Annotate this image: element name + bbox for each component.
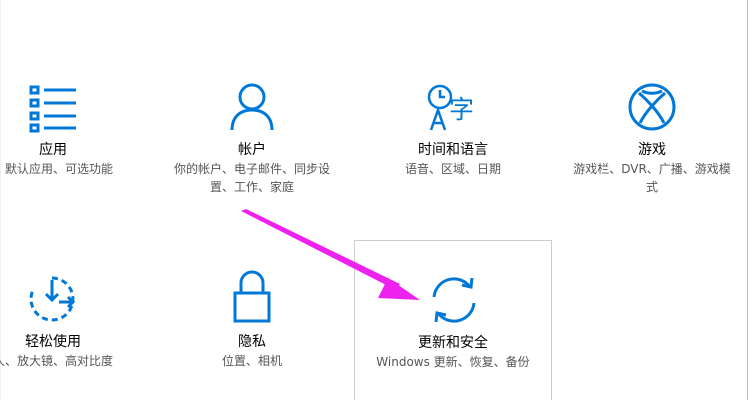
tile-title: 隐私 <box>238 334 266 350</box>
sync-icon <box>432 277 476 323</box>
tile-accounts[interactable]: 帐户 你的帐户、电子邮件、同步设置、工作、家庭 <box>172 70 332 220</box>
settings-home: 应用 、默认应用、可选功能 帐户 你的帐户、电子邮件、同步设置、工作、家庭 字 … <box>0 0 750 400</box>
tile-title: 游戏 <box>638 142 666 158</box>
tile-description: 位置、相机 <box>221 354 282 368</box>
tile-description: 你的帐户、电子邮件、同步设置、工作、家庭 <box>174 162 331 194</box>
tile-privacy[interactable]: 隐私 位置、相机 <box>172 260 332 400</box>
tile-description: 游戏栏、DVR、广播、游戏模式 <box>573 162 731 194</box>
tile-ease-of-access[interactable]: 轻松使用 人、放大镜、高对比度 <box>0 260 133 400</box>
tile-description: 语音、区域、日期 <box>404 162 501 176</box>
language-glyph: 字 <box>449 95 474 124</box>
tile-description: 、默认应用、可选功能 <box>0 162 113 176</box>
tile-title: 更新和安全 <box>418 335 488 351</box>
tile-apps[interactable]: 应用 、默认应用、可选功能 <box>0 70 133 220</box>
xbox-icon <box>628 83 676 131</box>
tile-description: 人、放大镜、高对比度 <box>0 354 113 368</box>
list-icon <box>29 85 76 133</box>
tile-description: Windows 更新、恢复、备份 <box>376 355 530 369</box>
tile-title: 轻松使用 <box>25 334 81 350</box>
window-right-edge <box>747 0 748 400</box>
tile-title: 应用 <box>39 142 67 158</box>
tile-time-language[interactable]: 字 时间和语言 语音、区域、日期 <box>373 70 533 220</box>
time-language-icon: 字 <box>427 84 474 131</box>
tile-title: 帐户 <box>238 142 266 158</box>
tile-gaming[interactable]: 游戏 游戏栏、DVR、广播、游戏模式 <box>572 70 732 220</box>
ease-of-access-icon <box>29 276 76 322</box>
tile-update-security[interactable]: 更新和安全 Windows 更新、恢复、备份 <box>354 240 552 400</box>
tile-title: 时间和语言 <box>418 142 488 158</box>
lock-icon <box>233 270 271 323</box>
person-icon <box>230 83 274 131</box>
